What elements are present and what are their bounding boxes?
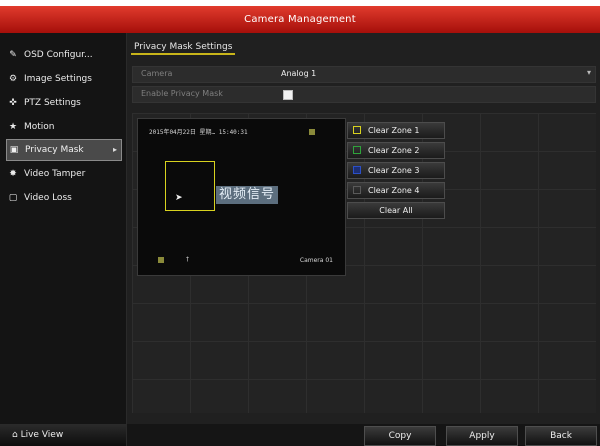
- enable-row: Enable Privacy Mask: [132, 86, 596, 103]
- sidebar-item-label: Video Tamper: [24, 169, 86, 179]
- sidebar-item-osd-config[interactable]: ✎ OSD Configur...: [6, 45, 120, 65]
- clear-zone-1-button[interactable]: Clear Zone 1: [347, 122, 445, 139]
- clear-zone-3-button[interactable]: Clear Zone 3: [347, 162, 445, 179]
- tab-privacy-mask-settings[interactable]: Privacy Mask Settings: [131, 41, 236, 55]
- sidebar-item-label: Motion: [24, 122, 55, 132]
- privacy-mask-icon: ▣: [9, 145, 19, 155]
- zone-4-color-swatch: [353, 186, 361, 194]
- clear-zone-4-button[interactable]: Clear Zone 4: [347, 182, 445, 199]
- sidebar-item-video-loss[interactable]: ▢ Video Loss: [6, 188, 120, 208]
- osd-marker-icon: [158, 257, 164, 263]
- video-loss-icon: ▢: [8, 193, 18, 203]
- clear-zone-2-button[interactable]: Clear Zone 2: [347, 142, 445, 159]
- live-view-label: Live View: [20, 430, 64, 440]
- window-title: Camera Management: [0, 6, 600, 33]
- osd-small-mark: †: [186, 256, 189, 263]
- sidebar-item-label: Image Settings: [24, 74, 92, 84]
- sidebar-item-privacy-mask[interactable]: ▣ Privacy Mask: [6, 139, 122, 161]
- enable-privacy-mask-checkbox[interactable]: [283, 90, 293, 100]
- sidebar-item-motion[interactable]: ★ Motion: [6, 117, 120, 137]
- clear-all-button[interactable]: Clear All: [347, 202, 445, 219]
- sidebar-item-label: OSD Configur...: [24, 50, 93, 60]
- live-view-button[interactable]: ⌂ Live View: [0, 424, 126, 446]
- sidebar-item-ptz-settings[interactable]: ✜ PTZ Settings: [6, 93, 120, 113]
- camera-row: Camera Analog 1 ▾: [132, 66, 596, 83]
- chevron-down-icon[interactable]: ▾: [587, 68, 591, 77]
- image-settings-icon: ⚙: [8, 74, 18, 84]
- footer-bar: Copy Apply Back: [127, 424, 600, 446]
- sidebar-item-label: Privacy Mask: [25, 145, 84, 155]
- tamper-icon: ✸: [9, 169, 17, 179]
- sidebar: ✎ OSD Configur... ⚙ Image Settings ✜ PTZ Se…: [0, 33, 127, 446]
- privacy-mask-zone-1[interactable]: [165, 161, 215, 211]
- sidebar-item-image-settings[interactable]: ⚙ Image Settings: [6, 69, 120, 89]
- brush-icon: ✎: [9, 50, 17, 60]
- apply-button[interactable]: Apply: [446, 426, 518, 446]
- mouse-cursor-icon: ➤: [175, 193, 183, 203]
- ptz-icon: ✜: [9, 98, 17, 108]
- osd-marker-icon: [309, 129, 315, 135]
- camera-preview[interactable]: 2015年04月22日 星期… 15:40:31 ➤ 视频信号 † Camera…: [137, 118, 346, 276]
- osd-timestamp: 2015年04月22日 星期… 15:40:31: [149, 129, 248, 136]
- back-button[interactable]: Back: [525, 426, 597, 446]
- sidebar-item-label: Video Loss: [24, 193, 72, 203]
- sidebar-item-label: PTZ Settings: [24, 98, 81, 108]
- copy-button[interactable]: Copy: [364, 426, 436, 446]
- camera-select[interactable]: Analog 1: [281, 69, 316, 78]
- camera-management-window: Camera Management ✎ OSD Configur... ⚙ Imag…: [0, 6, 600, 446]
- sidebar-item-video-tamper[interactable]: ✸ Video Tamper: [6, 164, 120, 184]
- osd-camera-name: Camera 01: [299, 257, 333, 264]
- camera-label: Camera: [141, 69, 173, 78]
- no-video-signal-text: 视频信号: [216, 186, 279, 204]
- home-icon: ⌂: [12, 430, 18, 440]
- zone-3-color-swatch: [353, 166, 361, 174]
- enable-privacy-mask-label: Enable Privacy Mask: [141, 89, 223, 98]
- zone-2-color-swatch: [353, 146, 361, 154]
- zone-1-color-swatch: [353, 126, 361, 134]
- motion-icon: ★: [8, 122, 18, 132]
